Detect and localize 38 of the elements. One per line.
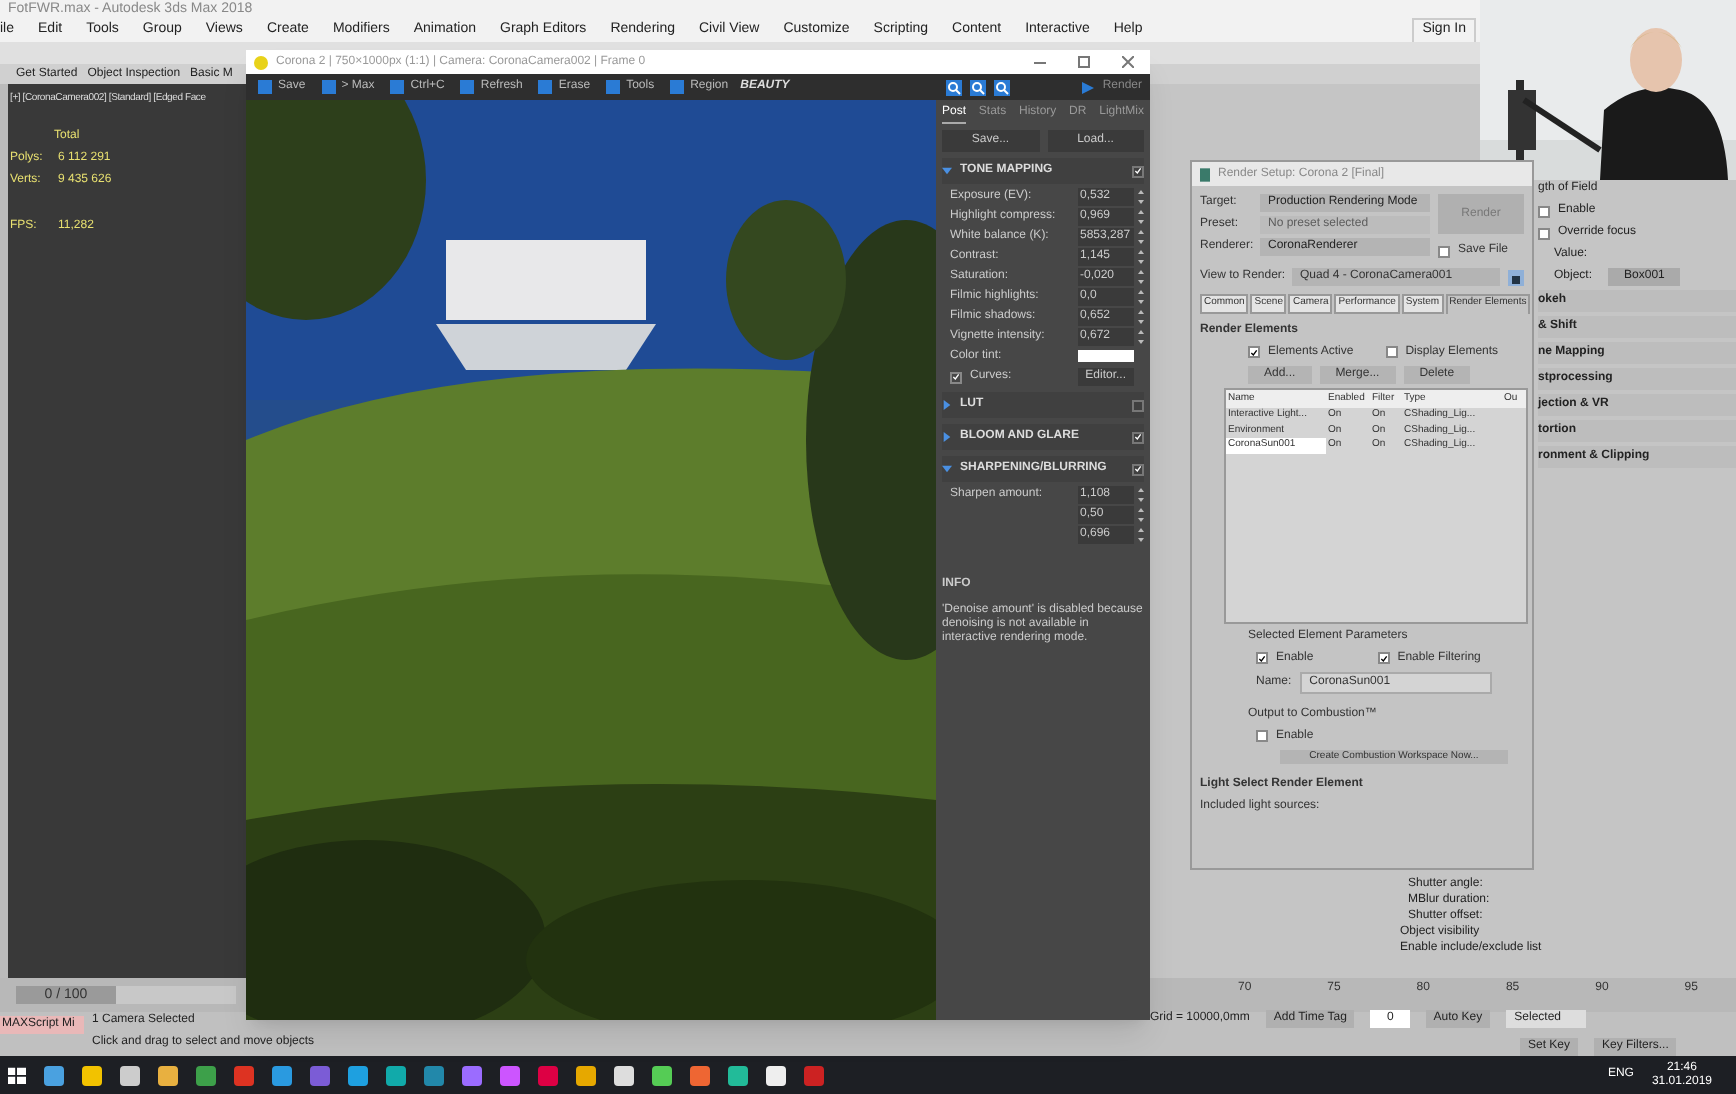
spinner-icon[interactable]: [1138, 507, 1144, 521]
spinner-icon[interactable]: [1138, 289, 1144, 303]
checkbox[interactable]: [1132, 431, 1144, 443]
checkbox[interactable]: [1538, 205, 1550, 217]
spinner-icon[interactable]: [1138, 329, 1144, 343]
collapsed-arrow-icon[interactable]: [942, 400, 952, 410]
spinner-icon[interactable]: [1138, 229, 1144, 243]
spinner-icon[interactable]: [1138, 487, 1144, 501]
checkbox[interactable]: [950, 371, 962, 383]
spinner-icon[interactable]: [1138, 527, 1144, 541]
checkbox[interactable]: [1385, 346, 1398, 358]
spinner-icon[interactable]: [1138, 209, 1144, 223]
checkbox[interactable]: [1438, 245, 1450, 257]
spinner-icon[interactable]: [1138, 189, 1144, 203]
zoom-icon[interactable]: [946, 79, 963, 95]
minimize-icon[interactable]: [1034, 61, 1046, 63]
windows-icon[interactable]: [8, 1066, 26, 1084]
expanded-arrow-icon[interactable]: [942, 166, 952, 176]
spinner-icon[interactable]: [1138, 309, 1144, 323]
zoom-icon[interactable]: [970, 79, 987, 95]
checkbox[interactable]: [1132, 463, 1144, 475]
close-icon[interactable]: [1122, 56, 1134, 68]
color-swatch[interactable]: [1078, 350, 1134, 362]
spinner-icon[interactable]: [1138, 269, 1144, 283]
collapsed-arrow-icon[interactable]: [942, 432, 952, 442]
app-icon: [254, 55, 268, 69]
checkbox[interactable]: [1377, 652, 1390, 664]
expanded-arrow-icon[interactable]: [942, 464, 952, 474]
checkbox[interactable]: [1248, 346, 1260, 358]
spinner-icon[interactable]: [1138, 249, 1144, 263]
checkbox[interactable]: [1256, 730, 1268, 742]
lock-icon[interactable]: [1508, 269, 1524, 285]
zoom-icon[interactable]: [994, 79, 1011, 95]
checkbox[interactable]: [1538, 227, 1550, 239]
checkbox[interactable]: [1132, 399, 1144, 411]
checkbox[interactable]: [1256, 652, 1268, 664]
maximize-icon[interactable]: [1078, 56, 1090, 68]
checkbox[interactable]: [1132, 165, 1144, 177]
